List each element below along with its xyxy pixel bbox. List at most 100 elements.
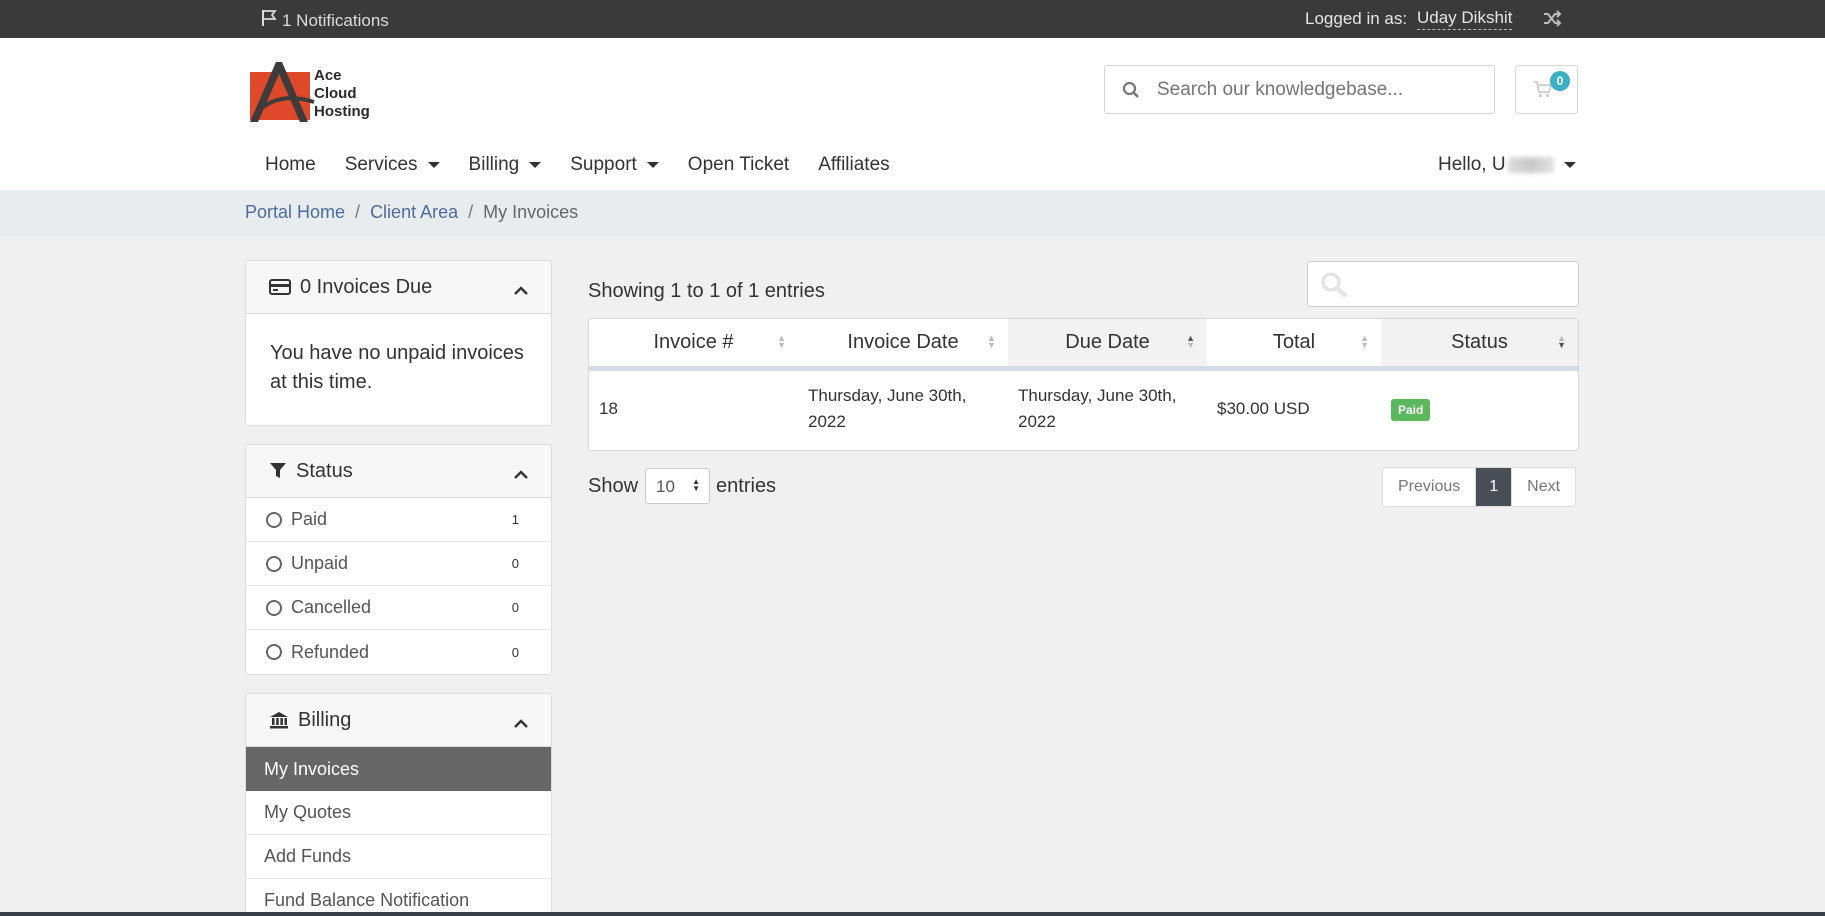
chevron-up-icon[interactable] (513, 712, 529, 735)
previous-page-button[interactable]: Previous (1383, 468, 1477, 506)
invoice-number-cell: 18 (599, 399, 618, 418)
status-filter-cancelled[interactable]: Cancelled 0 (246, 586, 551, 630)
status-panel: Status Paid 1 Unpaid 0 Cancelled 0 Refun… (245, 444, 552, 675)
invoices-table: Invoice # ▲ ▼ Invoice Date ▲ ▼ Due Date ▲ ▼… (588, 318, 1579, 451)
column-header-invoice-number[interactable]: Invoice # ▲ ▼ (589, 319, 798, 366)
invoice-date-cell: Thursday, June 30th, 2022 (808, 386, 967, 431)
status-count: 1 (511, 512, 519, 527)
nav-affiliates[interactable]: Affiliates (818, 154, 889, 176)
sort-icon: ▲ ▼ (777, 333, 786, 350)
search-icon (1321, 272, 1349, 303)
caret-down-icon (529, 162, 542, 168)
next-page-button[interactable]: Next (1512, 468, 1576, 506)
radio-button[interactable] (266, 511, 282, 528)
nav-services[interactable]: Services (345, 154, 440, 176)
logo-mark-icon (250, 62, 315, 122)
chevron-up-icon[interactable] (513, 279, 529, 302)
invoices-due-header[interactable]: 0 Invoices Due (246, 261, 551, 314)
hello-label: Hello, U (1438, 154, 1506, 175)
breadcrumb-separator: / (355, 202, 361, 222)
billing-header[interactable]: Billing (246, 694, 551, 747)
status-cell: Paid (1381, 396, 1578, 423)
status-count: 0 (511, 600, 519, 615)
logged-in-label: Logged in as: (1305, 9, 1408, 28)
billing-title: Billing (298, 708, 352, 731)
total-cell: $30.00 USD (1217, 399, 1310, 418)
invoices-due-panel: 0 Invoices Due You have no unpaid invoic… (245, 260, 552, 426)
main-nav: Home Services Billing Support Open Ticke… (265, 154, 919, 176)
column-header-invoice-date[interactable]: Invoice Date ▲ ▼ (798, 319, 1008, 366)
header: Ace Cloud Hosting 0 Home Services Billin… (0, 38, 1825, 190)
page-length-select[interactable]: 10 (645, 468, 711, 504)
radio-button[interactable] (266, 599, 282, 616)
status-header[interactable]: Status (246, 445, 551, 498)
breadcrumb-current: My Invoices (483, 202, 579, 222)
filter-icon (269, 462, 287, 480)
nav-support[interactable]: Support (570, 154, 659, 176)
table-search-input[interactable] (1307, 261, 1579, 307)
due-date-cell: Thursday, June 30th, 2022 (1018, 386, 1177, 431)
billing-panel: Billing My Invoices My Quotes Add Funds … (245, 693, 552, 916)
search-icon (1105, 81, 1157, 99)
shuffle-icon[interactable] (1543, 10, 1562, 32)
sidebar-item-fund-balance-notification[interactable]: Fund Balance Notification (246, 879, 551, 916)
status-filter-paid[interactable]: Paid 1 (246, 498, 551, 542)
bottom-strip (0, 912, 1825, 916)
status-count: 0 (511, 644, 519, 660)
notifications-label: 1 Notifications (282, 10, 389, 30)
nav-home[interactable]: Home (265, 154, 316, 176)
credit-card-icon (269, 278, 291, 296)
sidebar-item-add-funds[interactable]: Add Funds (246, 835, 551, 879)
user-name-link[interactable]: Uday Dikshit (1417, 8, 1513, 30)
sidebar: 0 Invoices Due You have no unpaid invoic… (245, 260, 552, 916)
caret-down-icon (646, 162, 659, 168)
breadcrumb-separator: / (468, 202, 474, 222)
invoices-due-message: You have no unpaid invoices at this time… (270, 342, 524, 393)
chevron-up-icon[interactable] (513, 463, 529, 486)
sort-icon: ▲ ▼ (1360, 333, 1369, 350)
radio-button[interactable] (266, 555, 282, 572)
page-1-button[interactable]: 1 (1476, 468, 1513, 506)
show-label: Show (588, 474, 639, 497)
status-badge: Paid (1391, 398, 1431, 421)
sort-icon: ▲ ▼ (987, 333, 996, 350)
breadcrumb-portal-home[interactable]: Portal Home (245, 202, 345, 223)
sidebar-item-my-invoices[interactable]: My Invoices (246, 747, 551, 791)
status-title: Status (296, 459, 353, 482)
column-header-status[interactable]: Status ▲ ▼ (1381, 319, 1578, 366)
status-count: 0 (511, 556, 519, 571)
redacted-name (1507, 157, 1554, 173)
cart-count-badge: 0 (1550, 71, 1570, 91)
caret-down-icon (427, 162, 440, 168)
column-header-total[interactable]: Total ▲ ▼ (1207, 319, 1381, 366)
entries-label: entries (716, 474, 777, 497)
cart-button[interactable]: 0 (1515, 65, 1578, 114)
bank-icon (269, 711, 289, 729)
knowledgebase-search[interactable] (1104, 65, 1495, 114)
status-filter-unpaid[interactable]: Unpaid 0 (246, 542, 551, 586)
sort-descending-icon: ▲ ▼ (1557, 333, 1566, 350)
logo[interactable]: Ace Cloud Hosting (248, 58, 383, 128)
table-row[interactable]: 18 Thursday, June 30th, 2022 Thursday, J… (589, 371, 1578, 447)
sidebar-item-my-quotes[interactable]: My Quotes (246, 791, 551, 835)
notifications-link[interactable]: 1 Notifications (260, 9, 389, 32)
nav-open-ticket[interactable]: Open Ticket (688, 154, 789, 176)
pagination: Previous 1 Next (1382, 467, 1577, 507)
radio-button[interactable] (266, 644, 282, 660)
breadcrumb: Portal Home / Client Area / My Invoices (0, 190, 1825, 236)
page-length-control: Show 10 ▲ ▼ entries (588, 468, 776, 504)
flag-icon (260, 9, 278, 32)
table-header: Invoice # ▲ ▼ Invoice Date ▲ ▼ Due Date ▲ ▼… (589, 319, 1578, 371)
logo-text: Ace Cloud Hosting (314, 67, 370, 120)
column-header-due-date[interactable]: Due Date ▲ ▼ (1008, 319, 1207, 366)
account-menu[interactable]: Hello, U (1438, 154, 1576, 176)
sort-ascending-icon: ▲ ▼ (1186, 333, 1195, 350)
showing-entries-info: Showing 1 to 1 of 1 entries (588, 280, 825, 302)
top-bar: 1 Notifications Logged in as: Uday Diksh… (0, 0, 1825, 38)
caret-down-icon (1563, 162, 1576, 168)
invoices-due-title: 0 Invoices Due (300, 275, 433, 298)
nav-billing[interactable]: Billing (469, 154, 542, 176)
status-filter-refunded[interactable]: Refunded 0 (246, 630, 551, 674)
search-input[interactable] (1157, 78, 1477, 101)
breadcrumb-client-area[interactable]: Client Area (370, 202, 458, 223)
